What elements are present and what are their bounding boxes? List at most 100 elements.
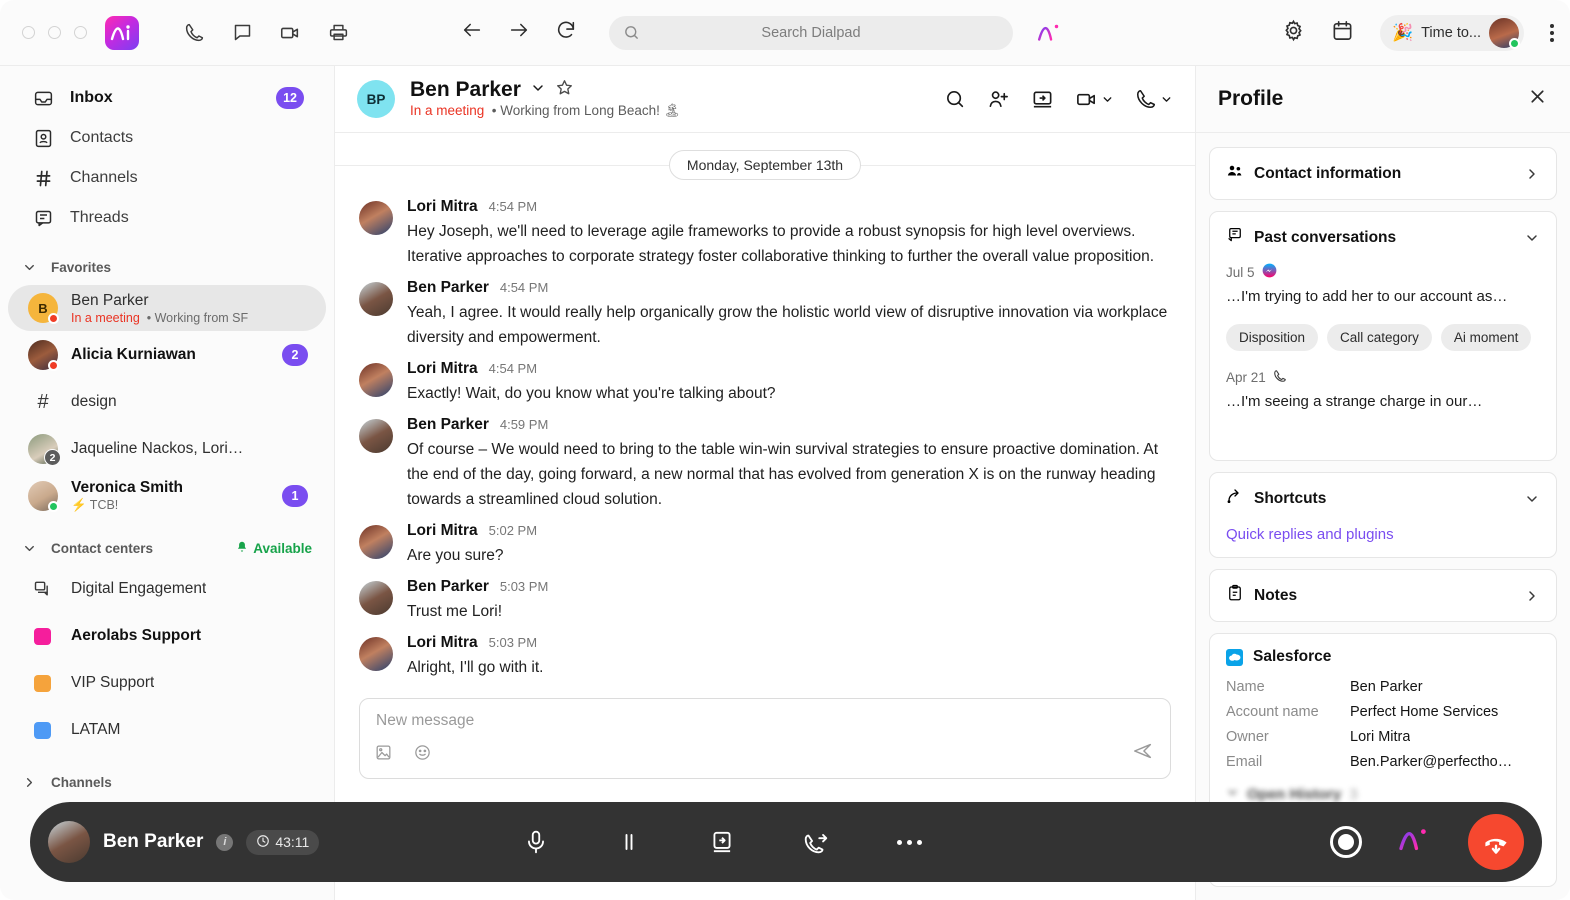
threads-icon — [32, 208, 54, 229]
info-icon[interactable]: i — [216, 833, 234, 851]
conversation-name: design — [71, 393, 117, 410]
conversation-item-alicia-kurniawan[interactable]: Alicia Kurniawan 2 — [8, 332, 326, 378]
image-icon[interactable] — [374, 743, 393, 767]
microphone-icon[interactable] — [523, 829, 549, 855]
contact-center-vip-support[interactable]: VIP Support — [8, 660, 326, 706]
chevron-right-icon — [22, 775, 37, 790]
conversation-item-design[interactable]: # design — [8, 379, 326, 425]
avatar — [359, 363, 393, 397]
message-composer[interactable]: New message — [359, 698, 1171, 779]
shortcuts-header[interactable]: Shortcuts — [1226, 487, 1540, 510]
send-icon[interactable] — [1132, 740, 1154, 767]
contact-center-latam[interactable]: LATAM — [8, 707, 326, 753]
screen-share-icon[interactable] — [1031, 88, 1054, 111]
conversation-item-group[interactable]: 2 Jaqueline Nackos, Lori… — [8, 426, 326, 472]
hangup-icon[interactable] — [1467, 814, 1524, 870]
window-controls[interactable] — [22, 26, 87, 39]
message-author: Ben Parker — [407, 416, 489, 433]
search-input[interactable]: Search Dialpad — [609, 15, 1013, 50]
minimize-window-button[interactable] — [48, 26, 61, 39]
contact-center-digital-engagement[interactable]: Digital Engagement — [8, 566, 326, 612]
more-options-icon[interactable] — [1550, 23, 1554, 42]
favorites-section-header[interactable]: Favorites — [0, 250, 334, 284]
notes-card[interactable]: Notes — [1209, 569, 1557, 622]
status-chip-label: Time to... — [1421, 24, 1481, 41]
conversation-status: In a meeting • Working from SF — [71, 310, 249, 325]
tag-disposition[interactable]: Disposition — [1226, 324, 1319, 351]
inbox-badge: 12 — [276, 87, 304, 109]
message-item: Ben Parker 5:03 PM Trust me Lori! — [359, 572, 1171, 628]
party-emoji-icon: 🎉 — [1391, 22, 1414, 42]
quick-replies-link[interactable]: Quick replies and plugins — [1226, 526, 1540, 543]
sidebar-item-threads[interactable]: Threads — [10, 198, 324, 238]
search-icon[interactable] — [944, 88, 966, 110]
forward-arrow-icon[interactable] — [508, 19, 530, 46]
phone-icon[interactable] — [181, 20, 207, 46]
conversation-panel: BP Ben Parker In a meeting • Working fro… — [335, 66, 1195, 900]
conversation-item-veronica-smith[interactable]: Veronica Smith ⚡ TCB! 1 — [8, 473, 326, 519]
calendar-icon[interactable] — [1331, 19, 1354, 47]
sidebar-item-inbox[interactable]: Inbox 12 — [10, 78, 324, 118]
ai-icon[interactable] — [1398, 826, 1432, 859]
chevron-down-icon[interactable] — [530, 80, 546, 101]
pause-icon[interactable] — [617, 830, 641, 854]
sidebar-label: Threads — [70, 209, 129, 226]
print-icon[interactable] — [325, 20, 351, 46]
message-item: Lori Mitra 4:54 PM Hey Joseph, we'll nee… — [359, 192, 1171, 273]
channels-section-header[interactable]: Channels — [0, 765, 334, 799]
ai-icon[interactable] — [1037, 20, 1067, 46]
contact-center-label: VIP Support — [71, 674, 155, 691]
search-placeholder: Search Dialpad — [761, 24, 861, 41]
chat-icon[interactable] — [229, 20, 255, 46]
message-time: 4:54 PM — [488, 199, 538, 214]
contact-information-card[interactable]: Contact information — [1209, 147, 1557, 200]
message-time: 4:59 PM — [499, 417, 549, 432]
status-chip[interactable]: 🎉 Time to... — [1379, 14, 1524, 51]
transfer-screen-icon[interactable] — [709, 829, 735, 855]
titlebar: Search Dialpad 🎉 Time to... — [0, 0, 1570, 66]
call-info: Ben Parker i 43:11 — [48, 821, 320, 863]
tag-call-category[interactable]: Call category — [1327, 324, 1432, 351]
conversation-header: BP Ben Parker In a meeting • Working fro… — [335, 66, 1195, 133]
emoji-icon[interactable] — [413, 743, 432, 767]
contact-information-label: Contact information — [1254, 164, 1402, 182]
phone-call-icon[interactable] — [1135, 88, 1173, 110]
sidebar-item-contacts[interactable]: Contacts — [10, 118, 324, 158]
availability-status[interactable]: Available — [235, 540, 312, 557]
gear-icon[interactable] — [1282, 19, 1305, 47]
video-call-icon[interactable] — [1075, 88, 1114, 111]
close-icon[interactable] — [1527, 86, 1548, 112]
message-text: Of course – We would need to bring to th… — [407, 441, 1159, 508]
contact-center-label: Digital Engagement — [71, 580, 207, 597]
profile-header: Profile — [1196, 66, 1570, 133]
video-icon[interactable] — [277, 20, 303, 46]
close-window-button[interactable] — [22, 26, 35, 39]
avatar: 2 — [28, 434, 61, 466]
clock-icon — [256, 834, 270, 851]
user-avatar[interactable] — [1489, 17, 1520, 49]
message-time: 5:03 PM — [488, 635, 538, 650]
notes-icon — [1226, 584, 1244, 607]
add-person-icon[interactable] — [987, 88, 1010, 111]
contact-centers-section-header[interactable]: Contact centers Available — [0, 531, 334, 565]
avatar — [359, 419, 393, 453]
reload-icon[interactable] — [555, 19, 577, 46]
message-author: Ben Parker — [407, 279, 489, 296]
past-conversations-header[interactable]: Past conversations — [1226, 226, 1540, 249]
contact-center-aerolabs-support[interactable]: Aerolabs Support — [8, 613, 326, 659]
call-transfer-icon[interactable] — [803, 829, 829, 855]
back-arrow-icon[interactable] — [461, 19, 483, 46]
contacts-icon — [32, 128, 54, 149]
tag-ai-moment[interactable]: Ai moment — [1440, 324, 1532, 351]
conversation-item-ben-parker[interactable]: B Ben Parker In a meeting • Working from… — [8, 285, 326, 331]
inbox-icon — [32, 88, 54, 109]
more-icon[interactable] — [897, 839, 923, 845]
record-icon[interactable] — [1329, 826, 1362, 858]
sidebar-item-channels[interactable]: Channels — [10, 158, 324, 198]
conversation-icon — [1226, 226, 1244, 249]
app-window: Search Dialpad 🎉 Time to... Inbox 12 Con… — [0, 0, 1570, 900]
favorite-star-icon[interactable] — [555, 78, 574, 102]
message-text: Exactly! Wait, do you know what you're t… — [407, 385, 776, 402]
maximize-window-button[interactable] — [74, 26, 87, 39]
avatar — [48, 821, 90, 863]
